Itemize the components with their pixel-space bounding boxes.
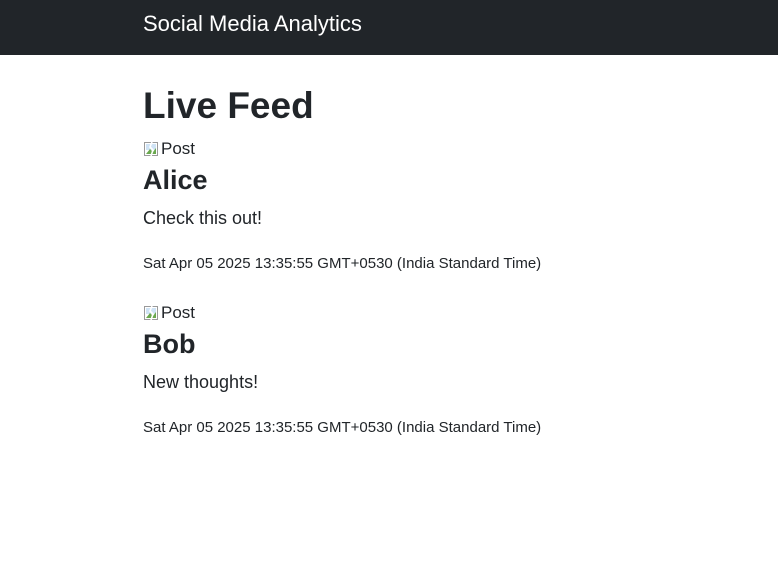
post-author: Bob — [143, 329, 196, 359]
live-feed: Post Alice Check this out! Sat Apr 05 20… — [143, 137, 643, 465]
page-title: Live Feed — [143, 85, 314, 126]
post-card: Post Alice Check this out! Sat Apr 05 20… — [143, 137, 643, 301]
post-content: New thoughts! — [143, 372, 259, 392]
broken-image-icon — [143, 305, 159, 321]
post-image-alt-text: Post — [161, 139, 196, 158]
post-timestamp: Sat Apr 05 2025 13:35:55 GMT+0530 (India… — [143, 419, 542, 436]
post-image: Post — [143, 301, 195, 325]
post-content: Check this out! — [143, 208, 263, 228]
brand-link[interactable]: Social Media Analytics — [143, 10, 362, 38]
post-author: Alice — [143, 165, 208, 195]
post-card: Post Bob New thoughts! Sat Apr 05 2025 1… — [143, 301, 643, 465]
top-navbar: Social Media Analytics — [0, 0, 778, 55]
broken-image-icon — [143, 141, 159, 157]
post-image-alt-text: Post — [161, 303, 196, 322]
post-image: Post — [143, 137, 195, 161]
post-timestamp: Sat Apr 05 2025 13:35:55 GMT+0530 (India… — [143, 255, 542, 272]
